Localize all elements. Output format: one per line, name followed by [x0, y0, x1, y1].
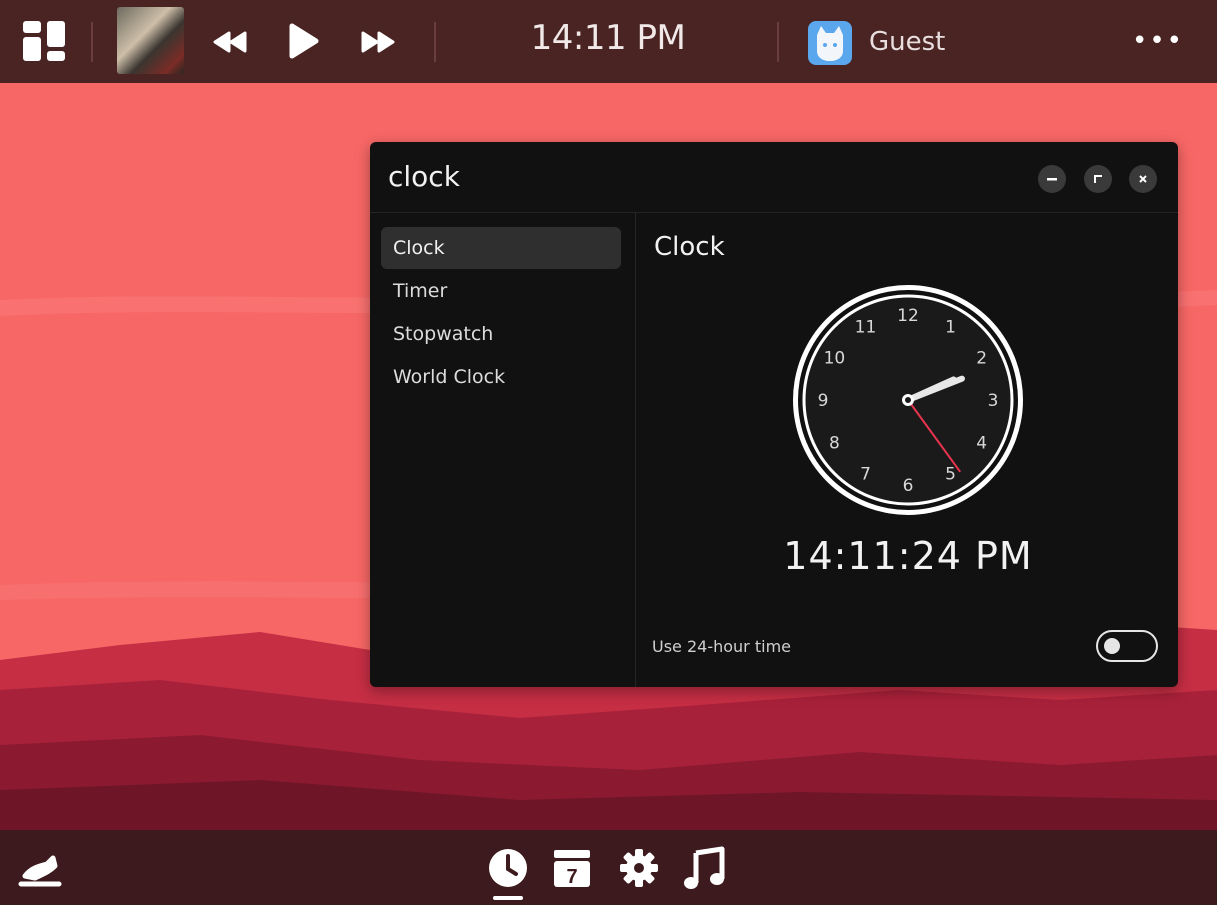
- bottom-dock: [0, 830, 1217, 905]
- page-title: Clock: [654, 232, 725, 262]
- album-cover[interactable]: [117, 7, 184, 74]
- dial-number: 2: [976, 349, 987, 369]
- dial-number: 1: [945, 317, 956, 337]
- sidebar-item-timer[interactable]: Timer: [381, 270, 621, 312]
- 24-hour-toggle[interactable]: [1096, 630, 1158, 662]
- fast-forward-icon[interactable]: [358, 28, 398, 56]
- cat-avatar-icon[interactable]: [808, 21, 852, 65]
- digital-time: 14:11:24 PM: [783, 534, 1033, 578]
- play-icon[interactable]: [284, 22, 322, 60]
- dial-number: 8: [829, 434, 840, 454]
- dial-number: 6: [903, 476, 914, 496]
- maximize-icon: [1094, 175, 1102, 183]
- sidebar-divider: [635, 213, 636, 687]
- panel-separator: [777, 22, 779, 62]
- rewind-icon[interactable]: [210, 28, 250, 56]
- runner-icon[interactable]: [16, 852, 64, 892]
- dial-number: 10: [824, 349, 846, 369]
- panel-clock[interactable]: 14:11 PM: [508, 18, 708, 58]
- dial-number: 9: [818, 391, 829, 411]
- maximize-button[interactable]: [1084, 165, 1112, 193]
- sidebar-item-label: Clock: [393, 237, 445, 259]
- top-panel: 14:11 PM Guest •••: [0, 0, 1217, 83]
- toggle-label: Use 24-hour time: [652, 637, 791, 656]
- sidebar: Clock Timer Stopwatch World Clock: [370, 213, 635, 687]
- window-title: clock: [388, 160, 460, 193]
- dial-number: 3: [988, 391, 999, 411]
- user-name[interactable]: Guest: [869, 27, 945, 57]
- sidebar-item-world-clock[interactable]: World Clock: [381, 356, 621, 398]
- toggle-knob: [1104, 638, 1120, 654]
- settings-gear-icon[interactable]: [617, 846, 661, 890]
- dial-number: 11: [855, 317, 877, 337]
- sidebar-item-clock[interactable]: Clock: [381, 227, 621, 269]
- calendar-icon[interactable]: 7: [550, 846, 594, 890]
- more-options-icon[interactable]: •••: [1132, 28, 1184, 54]
- close-icon: [1139, 175, 1147, 183]
- sidebar-item-label: Timer: [393, 280, 448, 302]
- sidebar-item-label: World Clock: [393, 366, 506, 388]
- analog-clock: 12 12 3 45 6 78 9 10 11: [793, 285, 1023, 515]
- clock-icon[interactable]: [486, 846, 530, 890]
- minimize-button[interactable]: [1038, 165, 1066, 193]
- dial-number: 5: [945, 465, 956, 485]
- sidebar-item-label: Stopwatch: [393, 323, 494, 345]
- dial-number: 4: [976, 434, 987, 454]
- close-button[interactable]: [1129, 165, 1157, 193]
- calendar-day: 7: [566, 866, 577, 888]
- dial-number: 7: [860, 465, 871, 485]
- app-grid-icon[interactable]: [20, 18, 68, 64]
- minimize-icon: [1047, 178, 1057, 181]
- sidebar-item-stopwatch[interactable]: Stopwatch: [381, 313, 621, 355]
- panel-separator: [434, 22, 436, 62]
- clock-window: clock Clock Timer Stopwatch World Clock …: [370, 142, 1178, 687]
- panel-separator: [91, 22, 93, 62]
- music-note-icon[interactable]: [681, 844, 729, 892]
- dial-number: 12: [897, 306, 919, 326]
- active-app-indicator: [493, 896, 523, 900]
